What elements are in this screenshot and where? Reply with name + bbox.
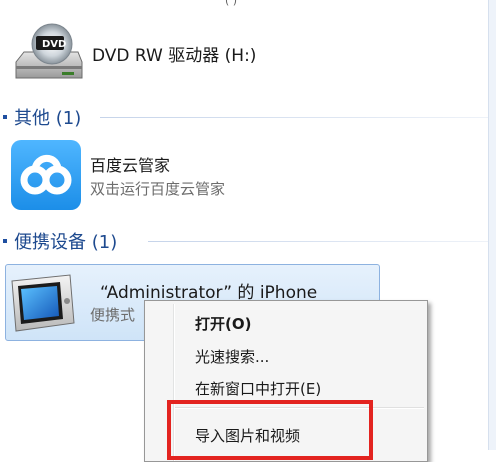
dvd-drive-icon: [15, 23, 83, 79]
partial-text-top: ( ): [225, 0, 238, 7]
dvd-disc-text: DVD: [42, 39, 67, 50]
group-bullet: [3, 239, 7, 243]
baidu-cloud-icon: [11, 140, 81, 210]
group-divider: [148, 241, 488, 242]
group-header-other[interactable]: 其他 (1): [0, 103, 488, 131]
menu-item-open-new-window[interactable]: 在新窗口中打开(E): [195, 378, 321, 399]
menu-item-quick-search[interactable]: 光速搜索...: [195, 346, 269, 367]
group-title-other: 其他 (1): [14, 108, 82, 129]
group-bullet: [3, 115, 7, 119]
baidu-name: 百度云管家: [90, 156, 171, 175]
group-title-portable: 便携设备 (1): [14, 232, 118, 253]
iphone-type: 便携式: [90, 306, 136, 324]
menu-item-open[interactable]: 打开(O): [195, 313, 251, 334]
group-divider: [100, 117, 488, 118]
baidu-description: 双击运行百度云管家: [90, 180, 226, 198]
window-right-edge: [488, 0, 496, 450]
portable-device-icon: [11, 274, 75, 332]
red-highlight-annotation: [167, 400, 373, 460]
drive-label: DVD RW 驱动器 (H:): [92, 46, 257, 66]
group-header-portable[interactable]: 便携设备 (1): [0, 227, 488, 255]
